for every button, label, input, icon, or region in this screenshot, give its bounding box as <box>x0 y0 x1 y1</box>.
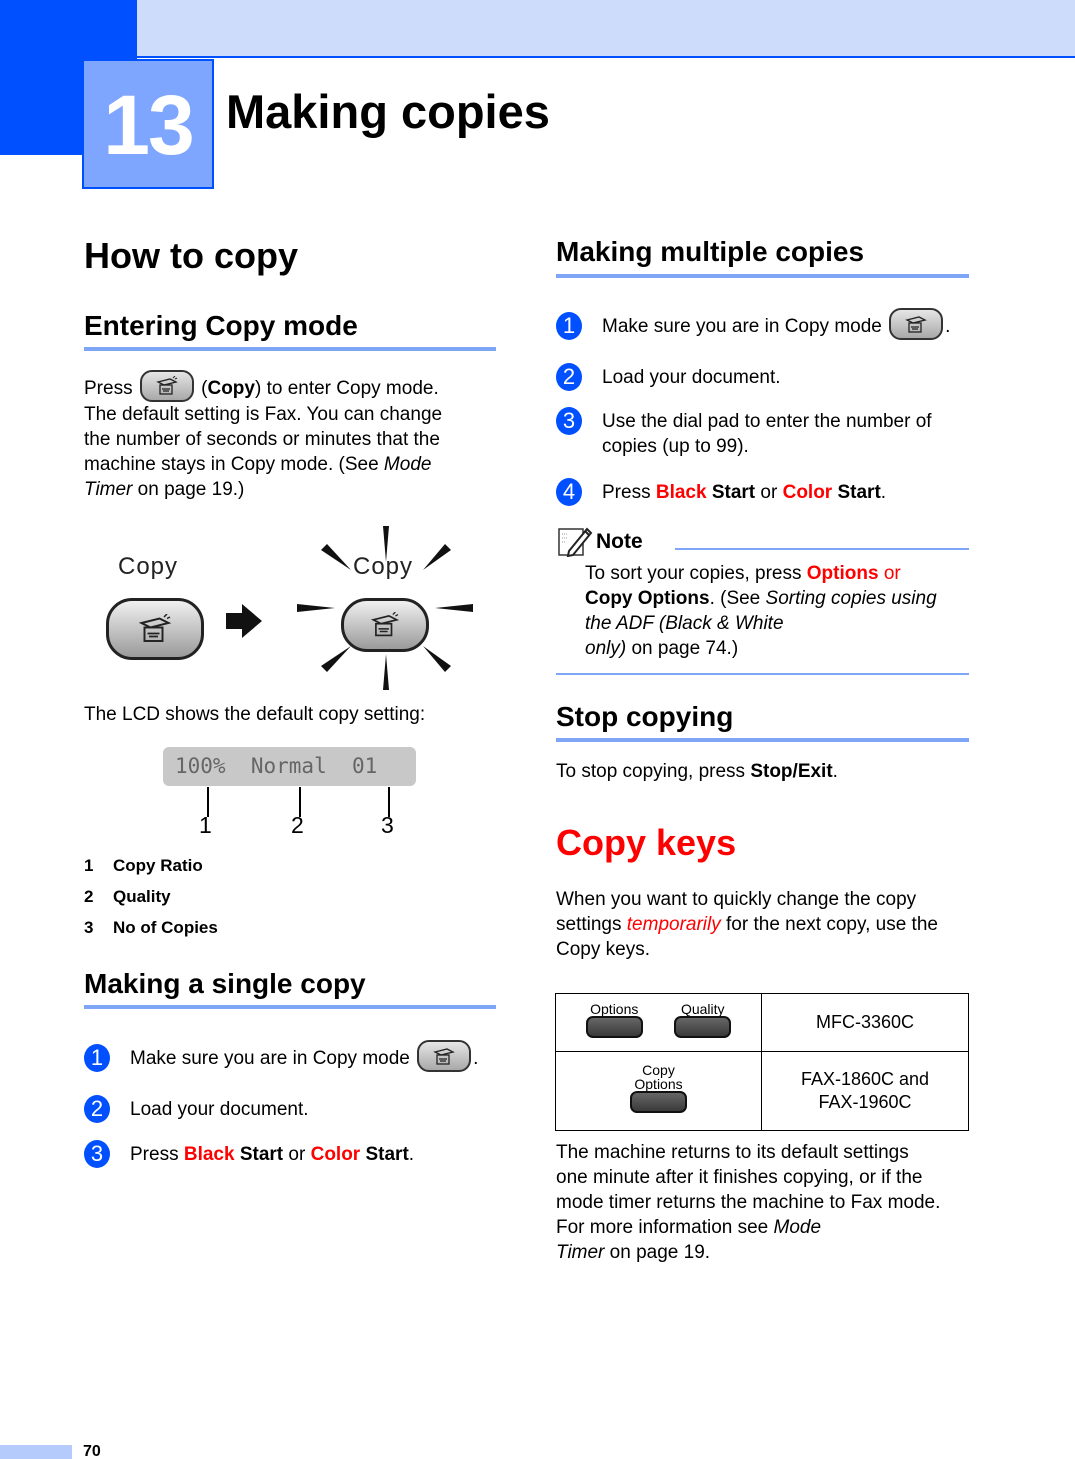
chapter-title: Making copies <box>226 85 550 138</box>
callout-label: 3 <box>381 812 394 838</box>
section-heading-how-to-copy: How to copy <box>84 235 298 276</box>
copy-machine-icon <box>433 1048 456 1065</box>
note-rule-top <box>675 548 969 550</box>
copy-key-inline <box>417 1040 472 1072</box>
subheading-stop-copying: Stop copying <box>556 701 734 732</box>
key-button-shape <box>630 1091 687 1113</box>
copy-machine-icon <box>905 316 928 333</box>
chapter-number-box: 13 <box>82 59 214 189</box>
right-arrow-icon <box>226 604 262 638</box>
light-rays-icon <box>297 526 473 690</box>
legend-item: 1 Copy Ratio <box>84 856 203 875</box>
key-button-shape <box>585 1015 643 1038</box>
copy-options-key: Copy Options <box>556 1063 761 1119</box>
subheading-multiple-copies: Making multiple copies <box>556 236 865 267</box>
step-number-badge: 2 <box>556 363 582 391</box>
quality-key: Quality <box>674 1002 732 1044</box>
table-row: Copy Options FAX-1860C and FAX-1960C <box>555 1051 969 1131</box>
entering-paragraph: Press (Copy) to enter Copy mode. The def… <box>84 370 504 502</box>
model-cell: MFC-3360C <box>761 993 969 1052</box>
note-rule-bottom <box>556 673 969 675</box>
copy-machine-icon <box>138 614 172 642</box>
model-cell: FAX-1860C and FAX-1960C <box>761 1051 969 1131</box>
subheading-single-copy: Making a single copy <box>84 968 366 999</box>
note-title: Note <box>596 530 643 553</box>
closing-paragraph: The machine returns to its default setti… <box>556 1142 941 1263</box>
page-number: 70 <box>83 1443 101 1459</box>
keys-cell: Copy Options <box>555 1051 762 1131</box>
heading-rule <box>556 738 969 742</box>
copy-key-illustration-before <box>106 598 204 660</box>
lcd-display: 100% Normal 01 <box>163 747 416 786</box>
chapter-number: 13 <box>103 78 194 172</box>
chapter-header-band <box>137 0 1075 58</box>
step-number-badge: 4 <box>556 478 582 506</box>
subheading-entering-copy-mode: Entering Copy mode <box>84 310 358 341</box>
stop-paragraph: To stop copying, press Stop/Exit. <box>556 761 838 782</box>
callout-label: 1 <box>199 812 212 838</box>
heading-rule <box>556 274 969 278</box>
press-copy-line: Press (Copy) to enter Copy mode. <box>84 370 504 402</box>
step-number-badge: 2 <box>84 1095 110 1123</box>
step-number-badge: 3 <box>84 1140 110 1168</box>
step-number-badge: 3 <box>556 407 582 435</box>
table-row: Options Quality MFC-3360C <box>555 993 969 1052</box>
options-key: Options <box>585 1002 643 1044</box>
note-body: To sort your copies, press Options or Co… <box>585 563 937 659</box>
keys-cell: Options Quality <box>555 993 762 1052</box>
copy-key-inline <box>139 370 194 402</box>
legend-item: 2 Quality <box>84 887 171 906</box>
section-heading-copy-keys: Copy keys <box>556 822 737 863</box>
step-number-badge: 1 <box>556 312 582 340</box>
step-number-badge: 1 <box>84 1044 110 1072</box>
lcd-intro: The LCD shows the default copy setting: <box>84 704 426 725</box>
copy-machine-icon <box>155 376 178 395</box>
legend-item: 3 No of Copies <box>84 918 218 937</box>
note-pencil-icon <box>558 527 593 557</box>
heading-rule <box>84 347 496 351</box>
copy-key-inline <box>889 308 944 340</box>
copy-keys-paragraph: When you want to quickly change the copy… <box>556 889 938 960</box>
footer-bar <box>0 1445 72 1459</box>
copy-keys-table: Options Quality MFC-3360C Copy Options F… <box>555 993 969 1131</box>
callout-label: 2 <box>291 812 304 838</box>
heading-rule <box>84 1005 496 1009</box>
key-button-shape <box>674 1015 732 1038</box>
copy-key-label-before: Copy <box>118 553 179 580</box>
